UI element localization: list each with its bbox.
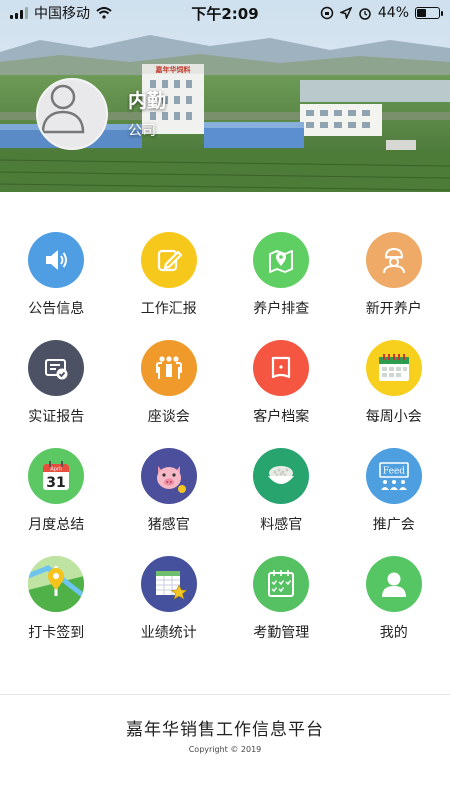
carrier-label: 中国移动 (34, 6, 90, 22)
menu-item-attendance[interactable]: 考勤管理 (225, 556, 338, 642)
menu-item-performance-stats[interactable]: 业绩统计 (113, 556, 226, 642)
menu-label: 座谈会 (147, 409, 190, 425)
user-silhouette-icon (41, 84, 85, 134)
menu-label: 月度总结 (28, 517, 85, 533)
menu-label: 考勤管理 (253, 625, 310, 641)
menu-item-work-report[interactable]: 工作汇报 (113, 232, 226, 318)
menu-item-announcement[interactable]: 公告信息 (0, 232, 113, 318)
menu-label: 公告信息 (28, 301, 85, 317)
menu-item-symposium[interactable]: 座谈会 (113, 340, 226, 426)
battery-percent: 44% (377, 5, 409, 21)
svg-text:Feed: Feed (383, 467, 405, 477)
menu-item-weekly-meeting[interactable]: 每周小会 (338, 340, 450, 426)
spreadsheet-star-icon (140, 556, 197, 612)
menu-item-farmer-inspection[interactable]: 养户排查 (225, 232, 338, 318)
menu-label: 工作汇报 (140, 301, 197, 317)
signal-icon (10, 7, 28, 19)
header-banner: 嘉年华饲料 内勤 公司 (0, 0, 450, 192)
building-sign: 嘉年华饲料 (155, 65, 191, 74)
svg-text:31: 31 (47, 475, 66, 491)
menu-grid: 公告信息 工作汇报 养户排查 新开养户 实证报告 座谈会 客户档案 每周小会 A… (0, 232, 450, 642)
calendar-icon (365, 340, 422, 396)
menu-label: 实证报告 (28, 409, 85, 425)
user-name: 内勤 (128, 90, 167, 112)
wifi-icon (96, 7, 112, 19)
status-bar: 中国移动 下午2:09 44% (0, 0, 450, 26)
avatar[interactable] (36, 78, 108, 150)
location-map-icon (28, 556, 85, 612)
report-icon (28, 340, 85, 396)
menu-label: 我的 (379, 625, 408, 641)
copyright-text: Copyright © 2019 (188, 745, 262, 754)
location-arrow-icon (339, 7, 352, 19)
menu-label: 客户档案 (253, 409, 310, 425)
battery-icon (415, 7, 443, 19)
menu-item-check-in[interactable]: 打卡签到 (0, 556, 113, 642)
platform-title: 嘉年华销售工作信息平台 (126, 720, 324, 740)
menu-label: 推广会 (372, 517, 415, 533)
feed-bowl-icon (253, 448, 310, 504)
calendar-31-icon: April 31 (28, 448, 85, 504)
rotation-lock-icon (320, 6, 334, 20)
menu-label: 新开养户 (365, 301, 422, 317)
menu-item-feed-sense[interactable]: 料感官 (225, 448, 338, 534)
svg-text:April: April (51, 467, 62, 473)
meeting-icon (140, 340, 197, 396)
menu-label: 每周小会 (365, 409, 422, 425)
footer-divider (0, 694, 450, 695)
menu-item-new-farmer[interactable]: 新开养户 (338, 232, 450, 318)
menu-item-pig-sense[interactable]: 猪感官 (113, 448, 226, 534)
edit-icon (140, 232, 197, 288)
menu-label: 养户排查 (253, 301, 310, 317)
menu-item-verification-report[interactable]: 实证报告 (0, 340, 113, 426)
checklist-icon (253, 556, 310, 612)
menu-label: 料感官 (260, 517, 303, 533)
menu-item-mine[interactable]: 我的 (338, 556, 450, 642)
pig-icon (140, 448, 197, 504)
menu-item-monthly-summary[interactable]: April 31 月度总结 (0, 448, 113, 534)
menu-item-customer-archive[interactable]: 客户档案 (225, 340, 338, 426)
map-pin-icon (253, 232, 310, 288)
user-company: 公司 (128, 123, 156, 139)
menu-label: 打卡签到 (28, 625, 85, 641)
user-icon (365, 556, 422, 612)
worker-icon (365, 232, 422, 288)
megaphone-icon (28, 232, 85, 288)
menu-label: 业绩统计 (140, 625, 197, 641)
folder-icon (253, 340, 310, 396)
menu-item-promotion-meeting[interactable]: Feed 推广会 (338, 448, 450, 534)
alarm-icon (359, 8, 371, 20)
feed-board-icon: Feed (365, 448, 422, 504)
menu-label: 猪感官 (147, 517, 190, 533)
